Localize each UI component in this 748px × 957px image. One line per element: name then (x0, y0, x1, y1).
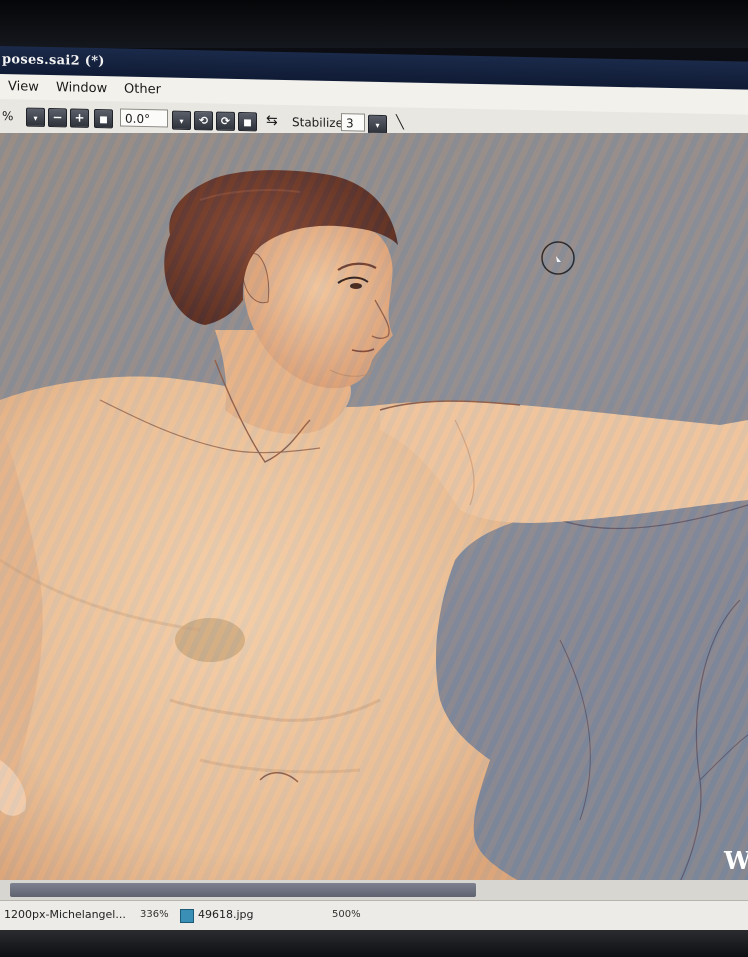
image-file-icon (180, 909, 194, 923)
zoom-reset-button[interactable]: ■ (94, 108, 113, 129)
flip-icon[interactable]: ⇆ (266, 113, 278, 129)
rotate-left-icon: ⟲ (198, 114, 209, 128)
menu-other[interactable]: Other (124, 82, 161, 98)
document-tab-name[interactable]: 49618.jpg (198, 906, 254, 924)
scrollbar-thumb[interactable] (10, 883, 476, 897)
menu-window[interactable]: Window (56, 80, 107, 96)
stabilizer-label: Stabilizer (292, 115, 348, 131)
painting-artwork (0, 170, 748, 883)
document-tab-zoom: 336% (140, 909, 169, 920)
chevron-down-icon: ▾ (179, 116, 184, 126)
stabilizer-field[interactable]: 3 (341, 113, 365, 132)
monitor-bezel-top (0, 0, 748, 48)
zoom-in-button[interactable]: + (70, 108, 89, 128)
minus-icon: − (52, 110, 63, 125)
document-tab-name[interactable]: 1200px-Michelangel... (4, 906, 126, 924)
square-icon: ■ (243, 118, 252, 129)
plus-icon: + (74, 110, 85, 125)
angle-dropdown-button[interactable]: ▾ (172, 110, 191, 131)
document-tabs-bar: 1200px-Michelangel... 336% 49618.jpg 500… (0, 900, 748, 931)
zoom-field[interactable]: % (2, 109, 13, 123)
window-title: poses.sai2 (*) (2, 52, 105, 70)
rotate-right-button[interactable]: ⟳ (216, 111, 235, 131)
brush-cursor-icon (541, 241, 575, 275)
square-icon: ■ (99, 115, 108, 126)
monitor-bezel-bottom (0, 930, 748, 957)
chevron-down-icon: ▾ (33, 113, 38, 123)
canvas-corner-text: W (724, 846, 748, 875)
zoom-out-button[interactable]: − (48, 108, 67, 128)
stabilizer-dropdown-button[interactable]: ▾ (368, 114, 387, 135)
rotate-right-icon: ⟳ (220, 114, 231, 128)
rotate-left-button[interactable]: ⟲ (194, 111, 213, 131)
chevron-down-icon: ▾ (375, 120, 380, 130)
horizontal-scrollbar[interactable] (0, 880, 748, 900)
menu-view[interactable]: View (8, 79, 39, 95)
zoom-dropdown-button[interactable]: ▾ (26, 107, 45, 127)
document-tab-zoom: 500% (332, 909, 361, 920)
rotation-angle-field[interactable]: 0.0° (120, 108, 168, 128)
pen-pressure-icon[interactable]: ╲ (396, 115, 404, 130)
drawing-canvas[interactable] (0, 133, 748, 883)
monitor-screen: poses.sai2 (*) View Window Other % ▾ − +… (0, 0, 748, 957)
rotate-reset-button[interactable]: ■ (238, 111, 257, 132)
